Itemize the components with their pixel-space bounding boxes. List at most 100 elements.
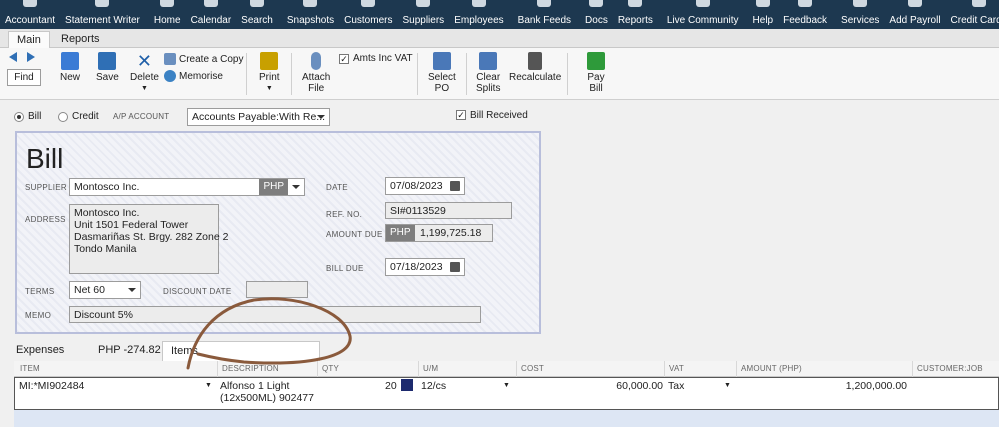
item-cell[interactable]: MI:*MI902484 (19, 380, 84, 392)
memo-value: Discount 5% (74, 309, 133, 321)
memo-field[interactable]: Discount 5% (69, 306, 481, 323)
bill-form: Bill SUPPLIER Montosco Inc. PHP ADDRESS … (15, 131, 541, 334)
amount-due-field: PHP 1,199,725.18 (385, 224, 493, 242)
empty-table-row[interactable] (14, 410, 999, 427)
nav-reports[interactable]: Reports (613, 0, 658, 29)
item-dropdown-icon[interactable]: ▼ (205, 380, 212, 392)
bill-radio-label: Bill (28, 111, 42, 122)
um-cell[interactable]: 12/cs (421, 380, 446, 392)
nav-feedback[interactable]: Feedback (778, 0, 832, 29)
nav-snapshots[interactable]: Snapshots (282, 0, 339, 29)
tab-main[interactable]: Main (8, 31, 50, 48)
select-po-button[interactable]: Select PO (428, 52, 456, 94)
bill-due-field[interactable]: 07/18/2023 (385, 258, 465, 276)
supplier-label: SUPPLIER (25, 183, 67, 192)
new-button[interactable]: New (60, 52, 80, 83)
find-button[interactable]: Find (7, 69, 41, 86)
nav-accountant[interactable]: Accountant (0, 0, 60, 29)
address-field[interactable]: Montosco Inc. Unit 1501 Federal Tower Da… (69, 204, 228, 274)
bank-feeds-icon (537, 0, 552, 7)
create-copy-button[interactable]: Create a Copy (164, 53, 243, 65)
nav-suppliers[interactable]: Suppliers (397, 0, 449, 29)
discount-date-field[interactable] (246, 281, 308, 298)
qty-cell[interactable]: 20 (385, 380, 397, 392)
clear-splits-icon (479, 52, 498, 70)
amount-cell[interactable]: 1,200,000.00 (739, 380, 907, 392)
attach-label: Attach (302, 72, 331, 83)
pay-bill-button[interactable]: Pay Bill (587, 52, 605, 94)
nav-search[interactable]: Search (236, 0, 278, 29)
toolbar-divider (291, 53, 292, 95)
credit-radio[interactable] (58, 112, 68, 122)
pay-bill-icon (587, 52, 605, 70)
bill-due-value: 07/18/2023 (390, 261, 443, 273)
table-header: ITEM DESCRIPTION QTY U/M COST VAT AMOUNT… (14, 361, 999, 377)
delete-dropdown-icon[interactable]: ▼ (130, 83, 159, 94)
bill-received-label: Bill Received (470, 110, 528, 121)
date-field[interactable]: 07/08/2023 (385, 177, 465, 195)
nav-home[interactable]: Home (149, 0, 186, 29)
vat-cell[interactable]: Tax (668, 380, 684, 392)
column-header-item: ITEM (20, 364, 40, 373)
tab-items[interactable]: Items (162, 341, 320, 361)
tab-expenses[interactable]: Expenses (8, 341, 72, 361)
items-tab-label: Items (171, 345, 198, 357)
nav-bank-feeds[interactable]: Bank Feeds (513, 0, 576, 29)
search-icon (250, 0, 265, 7)
floppy-disk-icon (98, 52, 117, 70)
nav-statement-writer[interactable]: Statement Writer (60, 0, 145, 29)
print-button[interactable]: Print ▼ (259, 52, 280, 94)
supplier-value: Montosco Inc. (74, 181, 140, 193)
select-po-icon (432, 52, 451, 70)
customers-icon (361, 0, 376, 7)
column-header-amount: AMOUNT (PHP) (741, 364, 802, 373)
um-dropdown-icon[interactable]: ▼ (503, 380, 510, 392)
delete-button[interactable]: ✕ Delete ▼ (130, 52, 159, 94)
description-cell[interactable]: Alfonso 1 Light (12x500ML) 902477 (220, 380, 314, 404)
chevron-down-icon (292, 185, 300, 189)
column-header-cost: COST (521, 364, 545, 373)
nav-customers[interactable]: Customers (339, 0, 397, 29)
nav-docs[interactable]: Docs (580, 0, 613, 29)
calendar-icon[interactable] (450, 262, 460, 272)
nav-calendar[interactable]: Calendar (186, 0, 237, 29)
new-label: New (60, 72, 81, 83)
nav-services[interactable]: Services (836, 0, 884, 29)
save-button[interactable]: Save (96, 52, 119, 83)
chevron-down-icon (317, 115, 325, 119)
print-dropdown-icon[interactable]: ▼ (259, 83, 280, 94)
tab-reports[interactable]: Reports (53, 31, 108, 48)
nav-live-community[interactable]: Live Community (662, 0, 744, 29)
table-row[interactable]: MI:*MI902484 ▼ Alfonso 1 Light (12x500ML… (14, 377, 999, 410)
bill-received-checkbox[interactable]: ✓ (456, 110, 466, 120)
transaction-toolbar: Find New Save ✕ Delete ▼ Create a Copy M… (0, 48, 999, 100)
recalculate-button[interactable]: Recalculate (509, 52, 561, 83)
splits-label: Splits (476, 83, 501, 94)
column-header-customer-job: CUSTOMER:JOB (917, 364, 983, 373)
description-line-1: Alfonso 1 Light (220, 380, 290, 392)
memorise-button[interactable]: Memorise (164, 70, 223, 82)
attach-file-button[interactable]: Attach File (302, 52, 330, 94)
qty-calculator-icon[interactable] (401, 379, 413, 391)
print-label: Print (259, 72, 280, 83)
nav-add-payroll[interactable]: Add Payroll (884, 0, 945, 29)
terms-dropdown[interactable]: Net 60 (69, 281, 141, 299)
ref-no-field[interactable]: SI#0113529 (385, 202, 512, 219)
cost-cell[interactable]: 60,000.00 (519, 380, 663, 392)
nav-employees[interactable]: Employees (449, 0, 508, 29)
reports-icon (628, 0, 643, 7)
delete-x-icon: ✕ (136, 51, 152, 71)
ap-account-dropdown[interactable]: Accounts Payable:With Re... (187, 108, 330, 126)
amts-inc-vat-checkbox[interactable]: ✓ (339, 54, 349, 64)
next-arrow-icon[interactable] (27, 52, 35, 62)
nav-help[interactable]: Help (748, 0, 779, 29)
calendar-icon[interactable] (450, 181, 460, 191)
clear-splits-button[interactable]: Clear Splits (476, 52, 500, 94)
toolbar-divider (417, 53, 418, 95)
previous-arrow-icon[interactable] (9, 52, 17, 62)
nav-credit-cards[interactable]: Credit Cards (946, 0, 999, 29)
live-community-icon (695, 0, 710, 7)
supplier-dropdown[interactable]: Montosco Inc. PHP (69, 178, 305, 196)
vat-dropdown-icon[interactable]: ▼ (724, 380, 731, 392)
bill-radio[interactable] (14, 112, 24, 122)
